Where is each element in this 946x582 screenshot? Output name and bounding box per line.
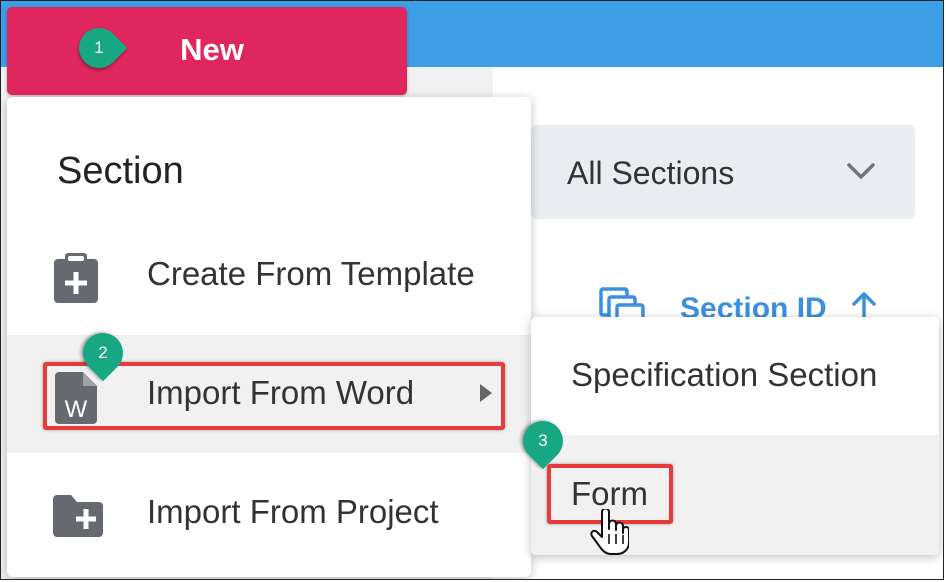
menu-heading: Section: [57, 150, 184, 192]
menu-item-label: Create From Template: [147, 255, 475, 292]
hand-pointer-icon: [589, 507, 630, 562]
menu-item-create-from-template[interactable]: Create From Template: [7, 217, 531, 335]
menu-item-label: Import From Project: [147, 493, 439, 530]
screenshot-frame: New All Sections Section ID Section Crea…: [0, 0, 944, 580]
folder-plus-icon: [51, 493, 105, 544]
chevron-right-icon: [477, 382, 495, 409]
submenu-item-label: Specification Section: [571, 356, 878, 393]
submenu-item-specification-section[interactable]: Specification Section: [531, 317, 939, 435]
step-callout-1: 1: [70, 19, 128, 77]
step-callout-2: 2: [74, 324, 132, 382]
step-callout-3: 3: [514, 412, 572, 470]
new-button-label: New: [180, 32, 244, 67]
submenu-item-label: Form: [571, 475, 648, 512]
menu-item-import-from-project[interactable]: Import From Project: [7, 455, 531, 573]
clipboard-plus-icon: [51, 251, 101, 308]
section-filter-dropdown[interactable]: All Sections: [531, 125, 915, 219]
word-file-icon-letter: W: [65, 396, 88, 423]
section-filter-value: All Sections: [567, 155, 735, 191]
step-callout-number: 3: [538, 431, 548, 450]
chevron-down-icon: [845, 157, 877, 190]
menu-item-label: Import From Word: [147, 374, 415, 411]
new-button[interactable]: New: [7, 7, 407, 95]
word-file-icon: W: [51, 370, 101, 431]
step-callout-number: 2: [98, 343, 108, 362]
step-callout-number: 1: [94, 38, 104, 57]
